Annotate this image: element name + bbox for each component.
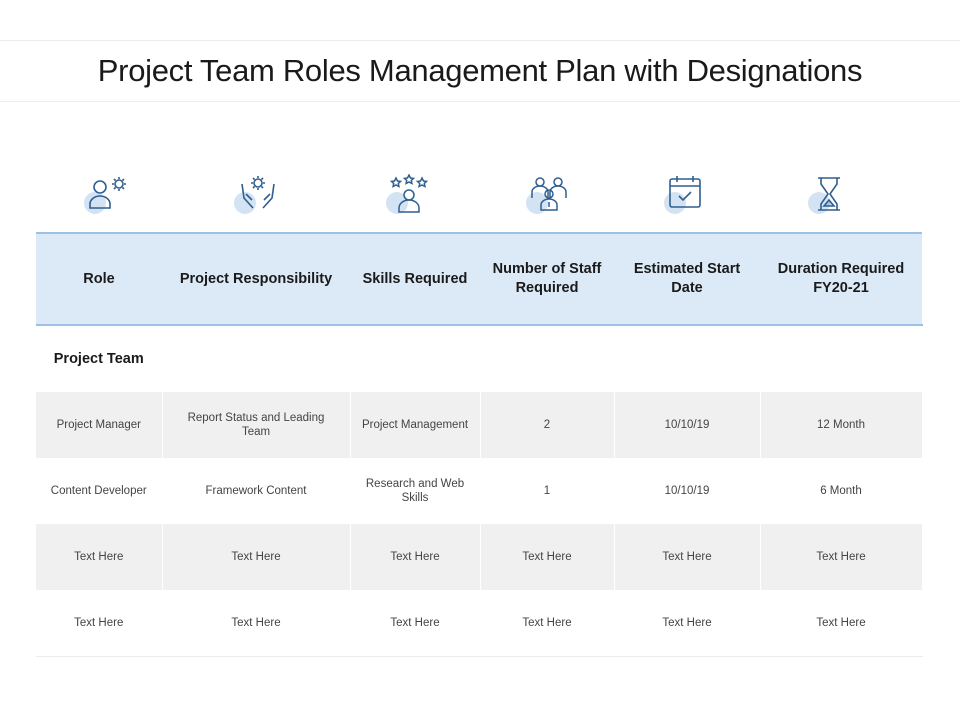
table-cell: Text Here: [162, 590, 350, 657]
header-role: Role: [36, 233, 162, 325]
title-band: Project Team Roles Management Plan with …: [0, 40, 960, 102]
table-cell: Text Here: [350, 524, 480, 590]
table-row: Text Here Text Here Text Here Text Here …: [36, 590, 922, 657]
table-cell: Text Here: [162, 524, 350, 590]
table-header-row: Role Project Responsibility Skills Requi…: [36, 233, 922, 325]
table-row: Text Here Text Here Text Here Text Here …: [36, 524, 922, 590]
hands-gear-icon: [234, 168, 294, 220]
table-cell: Project Manager: [36, 392, 162, 458]
header-responsibility: Project Responsibility: [162, 233, 350, 325]
table-cell: Report Status and Leading Team: [162, 392, 350, 458]
table-cell: 10/10/19: [614, 392, 760, 458]
team-icon: [526, 168, 586, 220]
table-cell: Text Here: [36, 590, 162, 657]
table-row: Project Manager Report Status and Leadin…: [36, 392, 922, 458]
table-cell: Text Here: [350, 590, 480, 657]
table-cell: Content Developer: [36, 458, 162, 524]
page-title: Project Team Roles Management Plan with …: [98, 53, 862, 89]
table-cell: Text Here: [480, 524, 614, 590]
header-duration: Duration Required FY20-21: [760, 233, 922, 325]
table-cell: Research and Web Skills: [350, 458, 480, 524]
table-cell: Text Here: [480, 590, 614, 657]
table-cell: Text Here: [614, 524, 760, 590]
icon-row: [36, 168, 922, 220]
table-cell: Text Here: [760, 590, 922, 657]
table-cell: 2: [480, 392, 614, 458]
header-start-date: Estimated Start Date: [614, 233, 760, 325]
section-row: Project Team: [36, 325, 922, 392]
roles-table: Role Project Responsibility Skills Requi…: [36, 232, 923, 657]
stars-user-icon: [386, 168, 446, 220]
table-cell: 1: [480, 458, 614, 524]
table-row: Content Developer Framework Content Rese…: [36, 458, 922, 524]
section-label: Project Team: [36, 325, 162, 392]
table-cell: Text Here: [760, 524, 922, 590]
header-skills: Skills Required: [350, 233, 480, 325]
table-cell: 6 Month: [760, 458, 922, 524]
table-cell: Text Here: [36, 524, 162, 590]
table-cell: Text Here: [614, 590, 760, 657]
calendar-icon: [664, 168, 724, 220]
table-cell: Project Management: [350, 392, 480, 458]
user-gear-icon: [84, 168, 144, 220]
table-cell: 12 Month: [760, 392, 922, 458]
table-cell: Framework Content: [162, 458, 350, 524]
header-staff-count: Number of Staff Required: [480, 233, 614, 325]
table-cell: 10/10/19: [614, 458, 760, 524]
hourglass-icon: [808, 168, 868, 220]
